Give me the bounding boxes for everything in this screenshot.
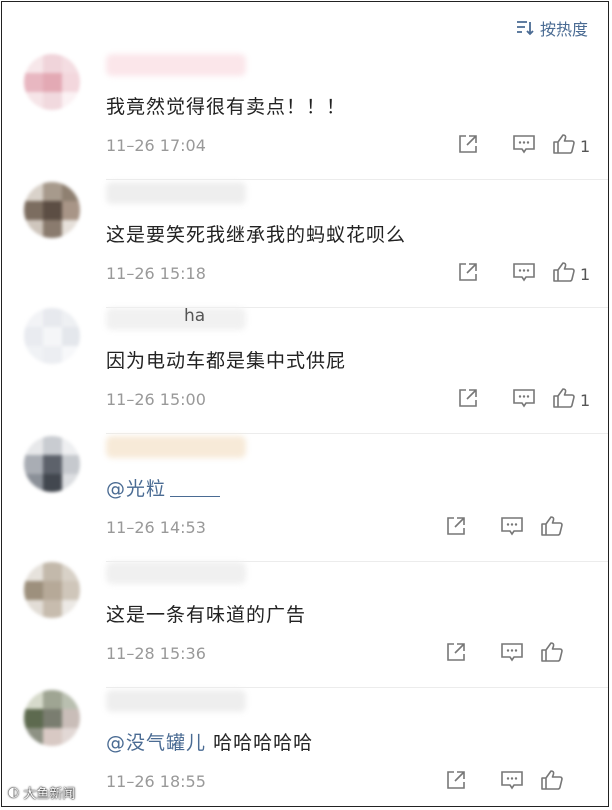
comment-icon: [500, 769, 524, 795]
thumbs-up-icon: [552, 133, 576, 159]
share-icon: [445, 769, 467, 795]
reply-button[interactable]: [484, 512, 540, 544]
reply-button[interactable]: [484, 766, 540, 798]
like-count: 1: [580, 136, 591, 156]
reply-button[interactable]: [496, 384, 552, 416]
comment-body: 这是一条有味道的广告: [106, 604, 307, 626]
sort-label: 按热度: [539, 20, 588, 39]
share-icon: [445, 515, 467, 541]
divider: [106, 433, 608, 434]
comment-text: @没气罐儿 哈哈哈哈哈: [106, 728, 313, 755]
sort-icon: [516, 20, 534, 36]
like-button[interactable]: 1: [552, 130, 608, 162]
avatar[interactable]: [24, 182, 80, 238]
comment-actions: 1: [440, 384, 608, 416]
mention-link[interactable]: @光粒: [106, 478, 166, 500]
comment-actions: [428, 512, 596, 544]
reply-button[interactable]: [496, 258, 552, 290]
thumbs-up-icon: [540, 515, 564, 541]
comment-item: 这是一条有味道的广告 11–28 15:36: [2, 562, 608, 688]
thumbs-up-icon: [552, 387, 576, 413]
share-button[interactable]: [440, 130, 496, 162]
thumbs-up-icon: [540, 641, 564, 667]
comment-text: @光粒: [106, 474, 221, 501]
comment-body: 哈哈哈哈哈: [213, 732, 314, 754]
username[interactable]: [106, 690, 246, 712]
avatar[interactable]: [24, 436, 80, 492]
comment-timestamp: 11–26 14:53: [106, 518, 206, 537]
avatar[interactable]: [24, 562, 80, 618]
comment-text: 因为电动车都是集中式供屁: [106, 346, 346, 373]
like-count: 1: [580, 390, 591, 410]
like-button[interactable]: 1: [552, 384, 608, 416]
comment-actions: 1: [440, 258, 608, 290]
comment-text: 我竟然觉得很有卖点！！！: [106, 92, 346, 119]
comment-body: 因为电动车都是集中式供屁: [106, 350, 347, 372]
comment-item: 这是要笑死我继承我的蚂蚁花呗么 11–26 15:18 1: [2, 182, 608, 308]
comment-icon: [512, 133, 536, 159]
comment-item: 我竟然觉得很有卖点！！！ 11–26 17:04 1: [2, 54, 608, 180]
comment-timestamp: 11–26 18:55: [106, 772, 206, 791]
comment-actions: 1: [440, 130, 608, 162]
username[interactable]: [106, 562, 246, 584]
comment-text: 这是一条有味道的广告: [106, 600, 306, 627]
comment-actions: [428, 638, 596, 670]
username[interactable]: [106, 308, 246, 330]
divider: [106, 179, 608, 180]
watermark: ◐ 大鱼新闻: [8, 785, 76, 802]
share-button[interactable]: [428, 512, 484, 544]
like-count: 1: [580, 264, 591, 284]
comment-icon: [512, 261, 536, 287]
comment-timestamp: 11–26 15:18: [106, 264, 206, 283]
comment-timestamp: 11–28 15:36: [106, 644, 206, 663]
comment-timestamp: 11–26 17:04: [106, 136, 206, 155]
avatar[interactable]: [24, 690, 80, 746]
username[interactable]: [106, 54, 246, 76]
comment-item: @光粒 11–26 14:53: [2, 436, 608, 562]
share-icon: [457, 387, 479, 413]
comment-icon: [500, 641, 524, 667]
mention-underline: [170, 496, 221, 497]
username[interactable]: [106, 182, 246, 204]
username-suffix: ha: [184, 306, 206, 326]
like-button[interactable]: [540, 512, 596, 544]
mention-link[interactable]: @没气罐儿: [106, 732, 206, 754]
avatar[interactable]: [24, 54, 80, 110]
comment-actions: [428, 766, 596, 798]
reply-button[interactable]: [496, 130, 552, 162]
watermark-logo-icon: ◐: [8, 785, 20, 800]
comment-body: 这是要笑死我继承我的蚂蚁花呗么: [106, 224, 407, 246]
comment-text: 这是要笑死我继承我的蚂蚁花呗么: [106, 220, 406, 247]
share-button[interactable]: [428, 766, 484, 798]
reply-button[interactable]: [484, 638, 540, 670]
share-button[interactable]: [428, 638, 484, 670]
thumbs-up-icon: [540, 769, 564, 795]
share-icon: [445, 641, 467, 667]
comment-icon: [500, 515, 524, 541]
share-button[interactable]: [440, 384, 496, 416]
like-button[interactable]: 1: [552, 258, 608, 290]
comment-body: 我竟然觉得很有卖点！！！: [106, 96, 347, 118]
share-icon: [457, 133, 479, 159]
like-button[interactable]: [540, 638, 596, 670]
share-button[interactable]: [440, 258, 496, 290]
avatar[interactable]: [24, 308, 80, 364]
comment-item: ha 因为电动车都是集中式供屁 11–26 15:00 1: [2, 306, 608, 434]
comment-timestamp: 11–26 15:00: [106, 390, 206, 409]
like-button[interactable]: [540, 766, 596, 798]
username[interactable]: [106, 436, 246, 458]
share-icon: [457, 261, 479, 287]
comment-icon: [512, 387, 536, 413]
divider: [106, 687, 608, 688]
comment-list-panel: 按热度 我竟然觉得很有卖点！！！ 11–26 17:04 1 这是要笑死我继承我的蚂蚁…: [1, 1, 609, 807]
sort-by-hot-button[interactable]: 按热度: [516, 16, 588, 40]
comment-item: @没气罐儿 哈哈哈哈哈 11–26 18:55: [2, 690, 608, 806]
thumbs-up-icon: [552, 261, 576, 287]
